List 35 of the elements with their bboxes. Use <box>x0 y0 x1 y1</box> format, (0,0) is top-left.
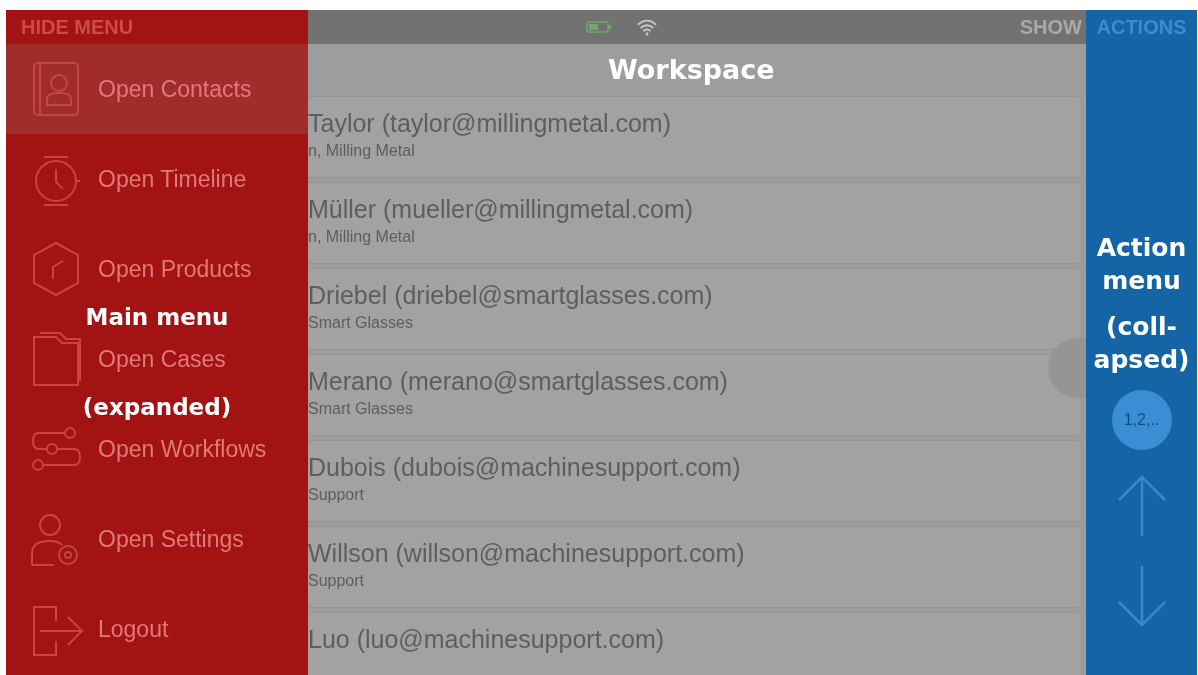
contact-company: Support <box>308 572 365 590</box>
contact-name: Taylor (taylor@millingmetal.com) <box>308 109 671 138</box>
annotation-label: Main menu <box>85 304 229 330</box>
battery-icon <box>586 20 612 34</box>
contact-card[interactable]: Taylor (taylor@millingmetal.com) n, Milling Metal <box>308 96 1082 178</box>
contact-name: Müller (mueller@millingmetal.com) <box>308 195 694 224</box>
contact-name: Luo (luo@machinesupport.com) <box>308 625 665 654</box>
contact-card[interactable]: Willson (willson@machinesupport.com) Support <box>308 526 1082 608</box>
contact-card[interactable]: Driebel (driebel@smartglasses.com) Smart Glasses <box>308 268 1082 350</box>
contact-card[interactable]: Merano (merano@smartglasses.com) Smart Glasses <box>308 354 1082 436</box>
contact-company: Smart Glasses <box>308 314 413 332</box>
page-number-button[interactable]: 1,2,.. <box>1111 390 1172 450</box>
menu-item[interactable]: Open Products <box>6 239 308 299</box>
contact-name: Dubois (dubois@machinesupport.com) <box>308 453 741 482</box>
menu-item[interactable]: Open Timeline <box>6 149 308 209</box>
contact-name: Merano (merano@smartglasses.com) <box>308 367 728 396</box>
contact-name: Driebel (driebel@smartglasses.com) <box>308 281 713 310</box>
annotation-label: Workspace <box>608 54 775 85</box>
contact-name: Willson (willson@machinesupport.com) <box>308 539 745 568</box>
annotation-label: Action menu <box>1095 232 1188 297</box>
wifi-icon <box>636 18 658 36</box>
menu-item[interactable]: Logout <box>6 599 308 659</box>
contact-company: Smart Glasses <box>308 400 413 418</box>
contact-card[interactable]: Luo (luo@machinesupport.com) <box>308 612 1082 675</box>
contact-card[interactable]: Dubois (dubois@machinesupport.com) Support <box>308 440 1082 522</box>
contact-company: n, Milling Metal <box>308 228 415 246</box>
annotation-label: (coll- apsed) <box>1093 311 1190 376</box>
arrow-down-icon[interactable] <box>1115 564 1168 628</box>
contact-company: n, Milling Metal <box>308 142 415 160</box>
contact-card[interactable]: Müller (mueller@millingmetal.com) n, Milling Metal <box>308 182 1082 264</box>
menu-item[interactable]: Open Settings <box>6 509 308 569</box>
contact-company: Support <box>308 486 365 504</box>
annotation-label: (expanded) <box>82 394 232 420</box>
menu-item[interactable]: Open Workflows <box>6 419 308 479</box>
menu-item[interactable]: Open Cases <box>6 329 308 389</box>
